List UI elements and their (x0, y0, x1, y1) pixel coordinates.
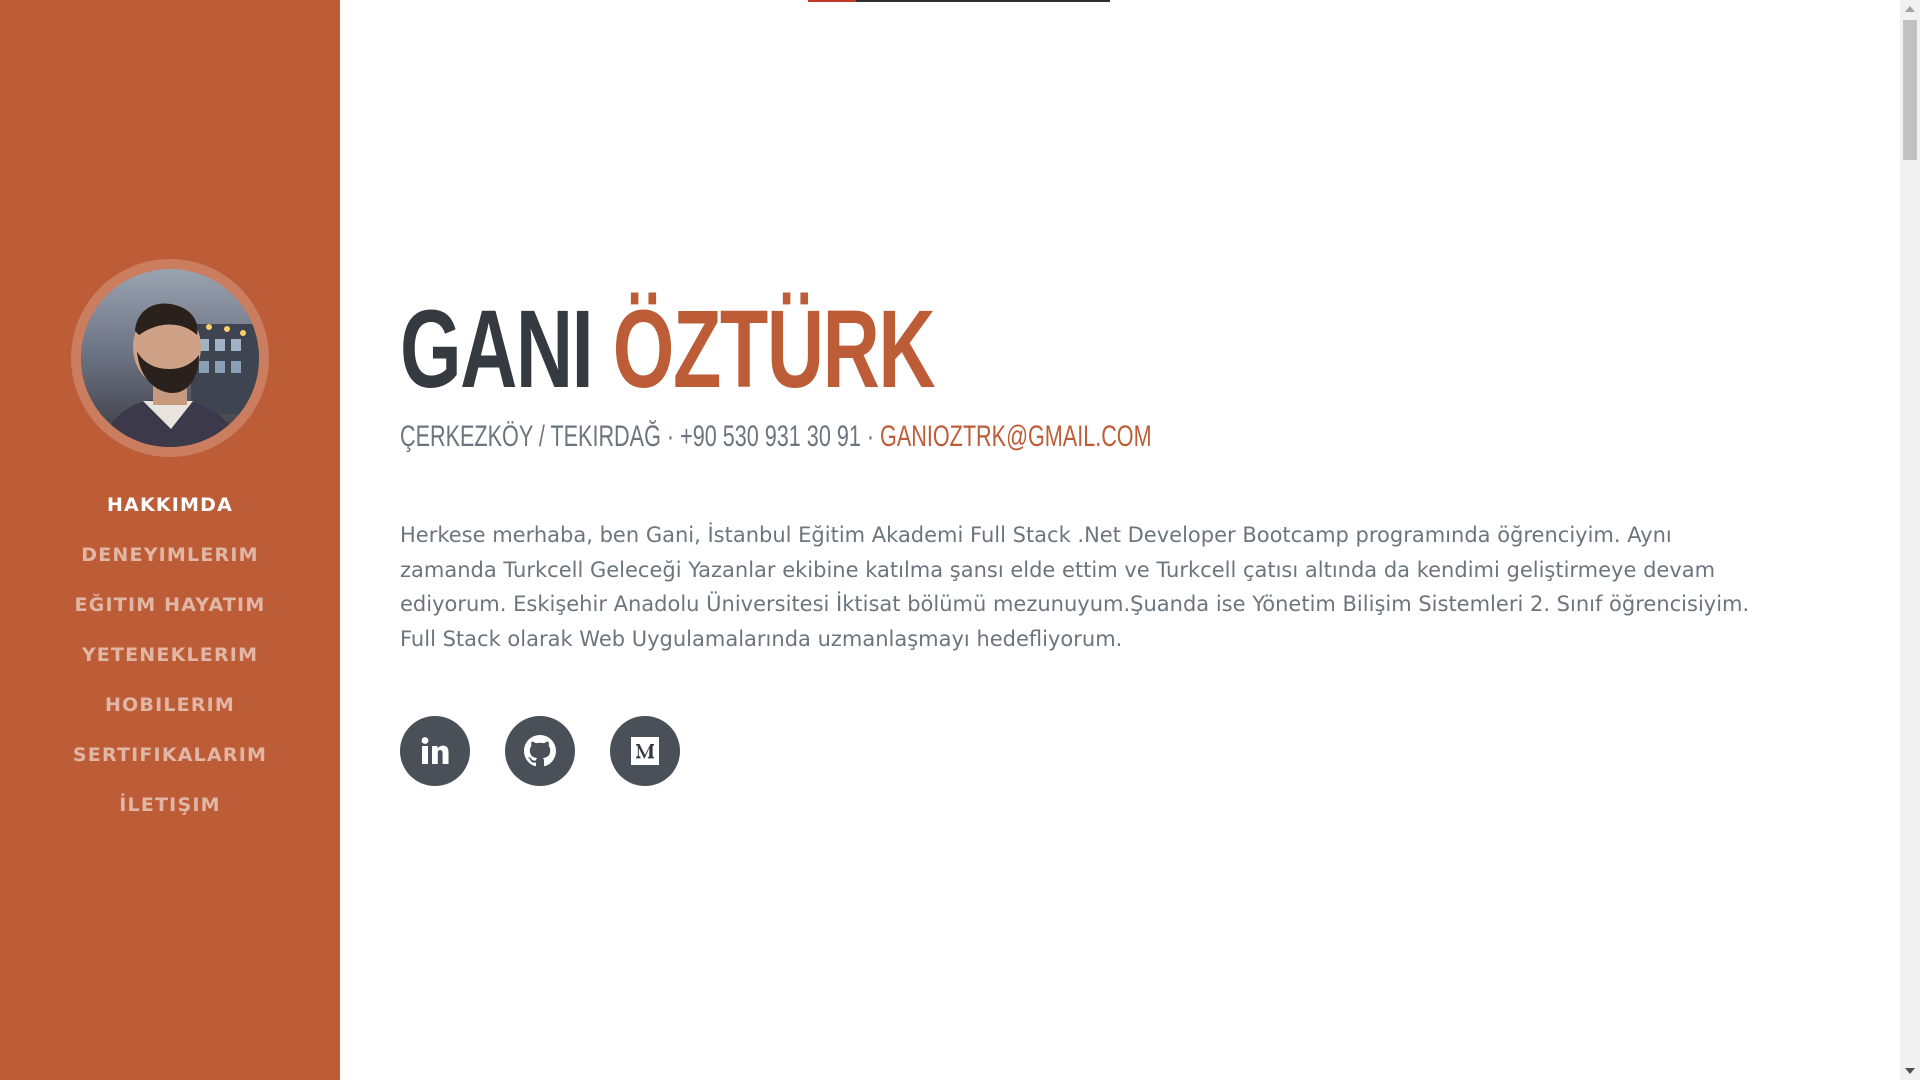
linkedin-icon (421, 737, 449, 764)
location-text: ÇERKEZKÖY / TEKIRDAĞ (400, 420, 661, 453)
sidebar-item-hakkimda: HAKKIMDA (0, 480, 340, 530)
linkedin-button[interactable] (400, 716, 470, 786)
bio-text: Herkese merhaba, ben Gani, İstanbul Eğit… (400, 523, 1750, 651)
vertical-scrollbar[interactable] (1900, 0, 1920, 1080)
sidebar-item-deneyimlerim: DENEYIMLERIM (0, 530, 340, 580)
sidebar-item-yeteneklerim: YETENEKLERIM (0, 630, 340, 680)
email-link[interactable]: GANIOZTRK@GMAIL.COM (880, 420, 1152, 453)
page: HAKKIMDA DENEYIMLERIM EĞITIM HAYATIM YET… (0, 0, 1920, 1080)
nav-link-hakkimda[interactable]: HAKKIMDA (107, 494, 233, 516)
nav-link-hobilerim[interactable]: HOBILERIM (105, 694, 235, 716)
medium-button[interactable] (610, 716, 680, 786)
separator: · (660, 420, 681, 453)
scroll-down-arrow-icon[interactable] (1905, 1068, 1915, 1074)
phone-text: +90 530 931 30 91 (680, 420, 861, 453)
reading-progress-bar (808, 0, 1110, 2)
sidebar-item-egitim-hayatim: EĞITIM HAYATIM (0, 580, 340, 630)
contact-line: ÇERKEZKÖY / TEKIRDAĞ · +90 530 931 30 91… (400, 420, 1152, 454)
avatar-frame (71, 259, 269, 457)
nav-link-deneyimlerim[interactable]: DENEYIMLERIM (81, 544, 258, 566)
avatar-photo (81, 269, 259, 447)
nav-link-yeteneklerim[interactable]: YETENEKLERIM (82, 644, 258, 666)
sidebar-item-iletisim: İLETIŞIM (0, 780, 340, 830)
github-icon (524, 735, 556, 767)
medium-icon (631, 737, 659, 765)
sidebar: HAKKIMDA DENEYIMLERIM EĞITIM HAYATIM YET… (0, 0, 340, 1080)
nav-link-iletisim[interactable]: İLETIŞIM (119, 794, 220, 816)
avatar (81, 269, 259, 447)
scrollbar-thumb[interactable] (1903, 20, 1917, 160)
sidebar-item-sertifikalarim: SERTIFIKALARIM (0, 730, 340, 780)
sidebar-nav: HAKKIMDA DENEYIMLERIM EĞITIM HAYATIM YET… (0, 480, 340, 830)
separator: · (860, 420, 881, 453)
first-name: GANI (400, 288, 594, 411)
social-icons (400, 716, 680, 786)
page-title: GANI ÖZTÜRK (400, 288, 936, 411)
reading-progress-fill (808, 0, 857, 2)
scroll-up-arrow-icon[interactable] (1905, 6, 1915, 12)
sidebar-item-hobilerim: HOBILERIM (0, 680, 340, 730)
nav-link-egitim-hayatim[interactable]: EĞITIM HAYATIM (75, 594, 266, 616)
nav-link-sertifikalarim[interactable]: SERTIFIKALARIM (73, 744, 267, 766)
last-name: ÖZTÜRK (612, 288, 936, 411)
github-button[interactable] (505, 716, 575, 786)
